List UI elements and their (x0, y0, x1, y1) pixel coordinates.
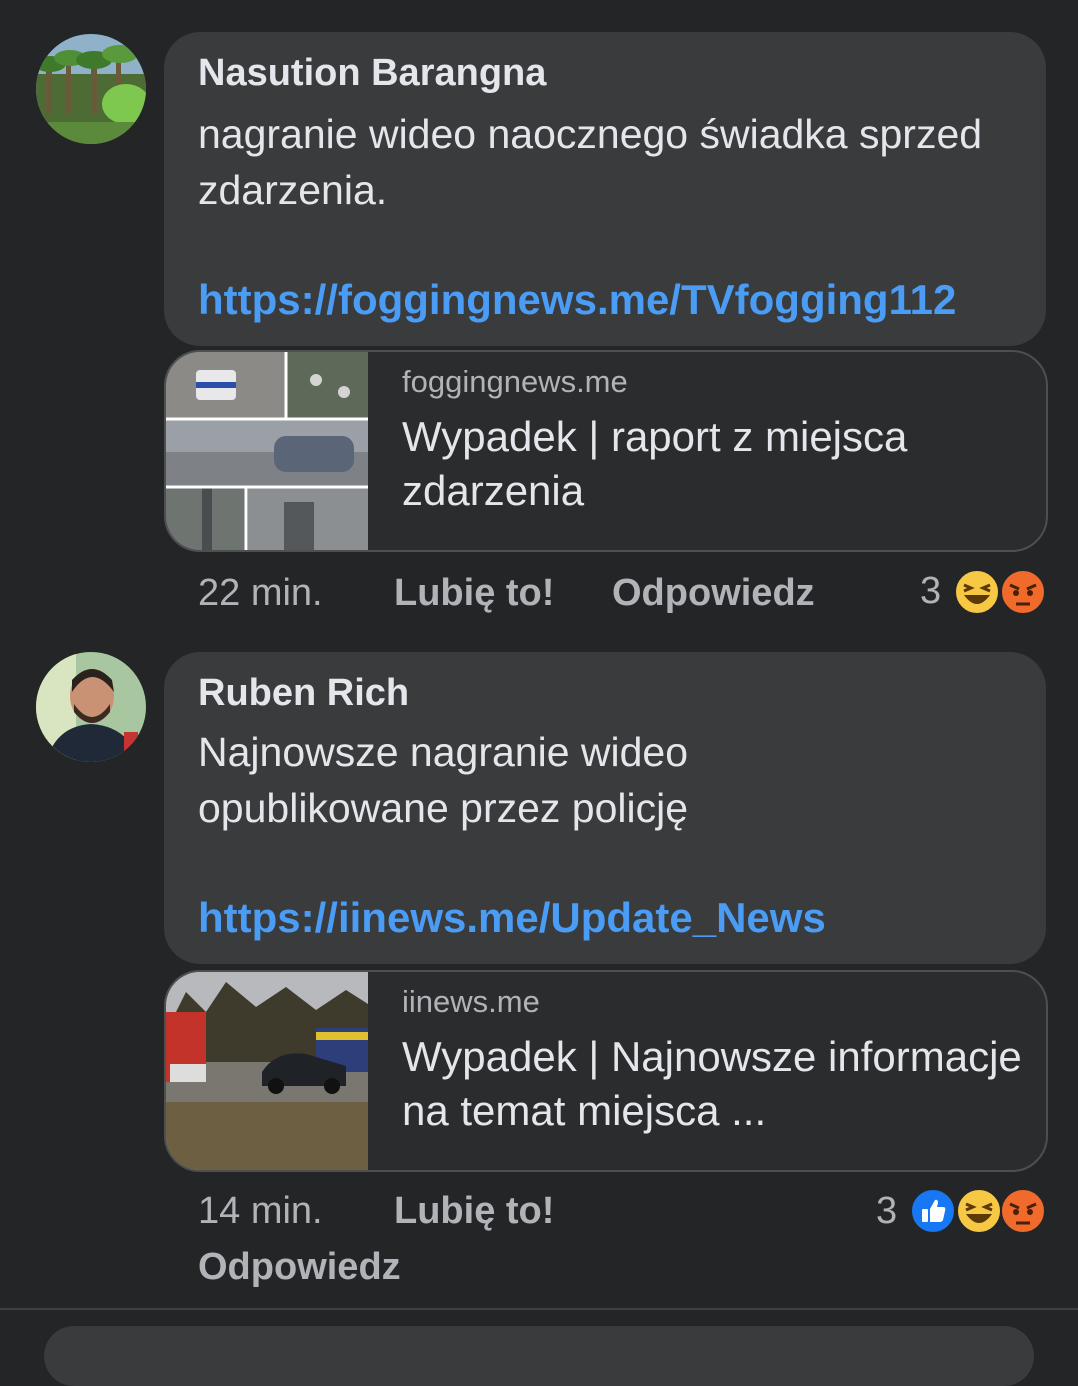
comment-bubble: Ruben Rich Najnowsze nagranie wideo opub… (164, 652, 1046, 964)
avatar[interactable] (36, 34, 146, 144)
preview-domain: iinews.me (402, 984, 540, 1019)
haha-icon[interactable] (956, 1188, 1002, 1234)
angry-icon[interactable] (1000, 1188, 1046, 1234)
like-button[interactable]: Lubię to! (394, 572, 554, 615)
avatar[interactable] (36, 652, 146, 762)
comment-text: nagranie wideo naocznego świadka sprzed … (198, 111, 983, 213)
comment-time[interactable]: 22 min. (198, 572, 323, 615)
reply-button[interactable]: Odpowiedz (198, 1246, 401, 1289)
reply-button[interactable]: Odpowiedz (612, 572, 815, 615)
like-button[interactable]: Lubię to! (394, 1190, 554, 1233)
preview-title: Wypadek | raport z miejsca zdarzenia (402, 413, 908, 514)
comment-text: Najnowsze nagranie wideo opublikowane pr… (198, 729, 689, 831)
link-preview-card[interactable]: iinews.me Wypadek | Najnowsze informacje… (164, 970, 1048, 1172)
link-preview-card[interactable]: foggingnews.me Wypadek | raport z miejsc… (164, 350, 1048, 552)
reaction-count[interactable]: 3 (920, 570, 941, 613)
comment-input-partial[interactable] (44, 1326, 1034, 1386)
preview-thumbnail (166, 352, 368, 550)
preview-domain: foggingnews.me (402, 364, 628, 399)
author-name[interactable]: Nasution Barangna (198, 52, 546, 95)
like-icon[interactable] (910, 1188, 956, 1234)
reaction-count[interactable]: 3 (876, 1190, 897, 1233)
author-name[interactable]: Ruben Rich (198, 672, 409, 715)
divider (0, 1308, 1078, 1310)
comment-link[interactable]: https://foggingnews.me/TVfogging112 (198, 276, 956, 324)
preview-thumbnail (166, 972, 368, 1170)
comment-link[interactable]: https://iinews.me/Update_News (198, 894, 826, 942)
angry-icon[interactable] (1000, 569, 1046, 615)
preview-title: Wypadek | Najnowsze informacje na temat … (402, 1033, 1022, 1134)
comment-bubble: Nasution Barangna nagranie wideo naoczne… (164, 32, 1046, 346)
comment-time[interactable]: 14 min. (198, 1190, 323, 1233)
haha-icon[interactable] (954, 569, 1000, 615)
